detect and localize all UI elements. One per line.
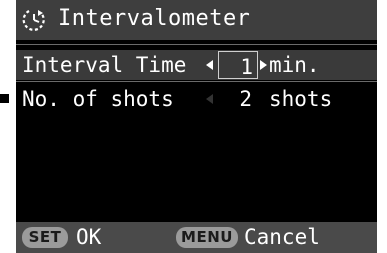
menu-header: Intervalometer xyxy=(16,0,377,40)
menu-button-icon[interactable]: MENU xyxy=(176,227,238,248)
setting-value: 2 xyxy=(239,87,252,111)
setting-unit: min. xyxy=(269,53,320,77)
setting-row-interval-time[interactable]: Interval Time 1 min. xyxy=(16,50,377,80)
setting-row-no-of-shots[interactable]: No. of shots 2 shots xyxy=(16,84,377,114)
divider xyxy=(16,81,377,82)
increase-arrow-icon[interactable] xyxy=(260,60,267,70)
button-guide-bar: SET OK MENU Cancel xyxy=(16,222,377,253)
camera-lcd-screen: Intervalometer Interval Time 1 min. No. … xyxy=(16,0,377,253)
setting-unit: shots xyxy=(269,87,333,111)
menu-title: Intervalometer xyxy=(58,6,251,31)
decrease-arrow-icon[interactable] xyxy=(206,60,213,70)
value-selection-box[interactable]: 1 xyxy=(218,51,258,79)
divider xyxy=(16,44,377,45)
setting-value: 1 xyxy=(240,55,253,79)
intervalometer-timer-icon xyxy=(20,7,48,37)
side-marker xyxy=(0,94,9,103)
set-button-icon[interactable]: SET xyxy=(22,227,68,248)
setting-label: No. of shots xyxy=(22,87,174,111)
setting-label: Interval Time xyxy=(22,53,187,77)
ok-label[interactable]: OK xyxy=(76,224,101,250)
decrease-arrow-icon xyxy=(206,94,213,104)
cancel-label[interactable]: Cancel xyxy=(244,224,320,250)
